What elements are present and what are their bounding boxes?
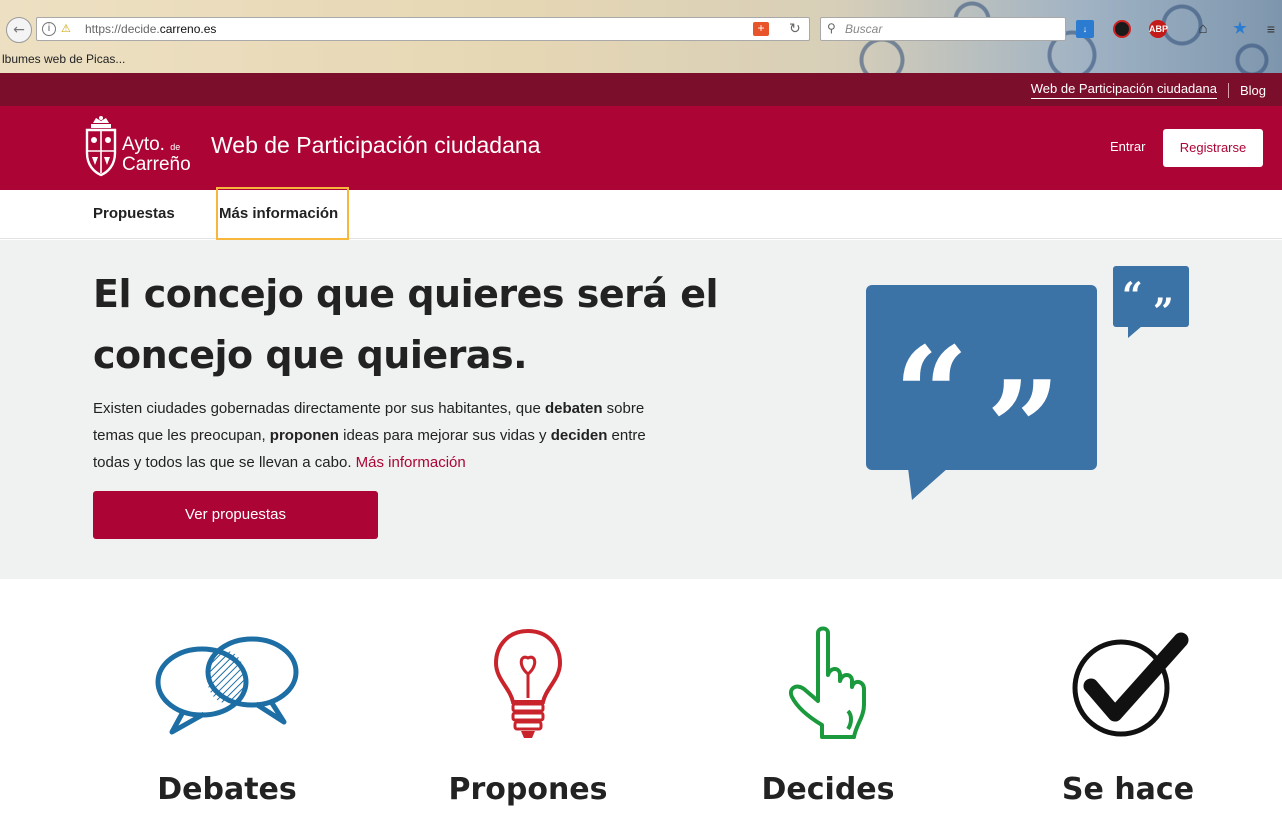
register-button[interactable]: Registrarse: [1163, 129, 1263, 167]
info-icon[interactable]: i: [42, 22, 56, 36]
warning-lock-icon[interactable]: ⚠: [61, 22, 71, 35]
svg-text:“: “: [1122, 275, 1143, 317]
separator: [1227, 82, 1229, 98]
top-links: Web de Participación ciudadana Blog: [1030, 81, 1266, 99]
more-info-link[interactable]: Más información: [356, 454, 466, 471]
svg-text:“: “: [894, 318, 969, 471]
search-icon: ⚲: [827, 21, 836, 35]
hero-section: El concejo que quieres será el concejo q…: [0, 240, 1282, 579]
top-bar: Web de Participación ciudadana Blog: [0, 73, 1282, 106]
link-participation[interactable]: Web de Participación ciudadana: [1030, 81, 1217, 99]
link-blog[interactable]: Blog: [1240, 83, 1266, 98]
view-proposals-button[interactable]: Ver propuestas: [93, 491, 378, 539]
step-propones: Propones: [418, 620, 638, 807]
hero-description: Existen ciudades gobernadas directamente…: [93, 400, 646, 471]
tab-mas-informacion[interactable]: Más información: [219, 205, 338, 222]
address-bar[interactable]: i ⚠ https://decide.carreno.es + ↻: [36, 17, 810, 41]
checkmark-icon: [1072, 632, 1189, 737]
hand-pointer-icon: [789, 626, 866, 739]
home-icon[interactable]: ⌂: [1194, 20, 1212, 38]
debates-icon: [155, 636, 299, 735]
step-decides: Decides: [718, 620, 938, 807]
main-nav: Propuestas Más información: [0, 187, 1282, 240]
tab-propuestas[interactable]: Propuestas: [93, 205, 175, 222]
step-label-decides: Decides: [761, 772, 895, 807]
back-arrow-icon[interactable]: ←: [6, 17, 32, 43]
site-logo[interactable]: Ayto. de Carreño: [84, 115, 194, 177]
site-header: Ayto. de Carreño Web de Participación ci…: [0, 106, 1282, 190]
hero-title: El concejo que quieres será el concejo q…: [93, 272, 719, 377]
adblock-icon[interactable]: ABP: [1149, 20, 1168, 38]
bookmark-star-icon[interactable]: ★: [1231, 20, 1249, 38]
menu-icon[interactable]: ≡: [1262, 20, 1280, 38]
url-text[interactable]: https://decide.carreno.es: [85, 22, 216, 36]
browser-chrome: ← i ⚠ https://decide.carreno.es + ↻ ⚲ Bu…: [0, 0, 1282, 73]
logo-text-carreno: Carreño: [122, 154, 191, 175]
reload-icon[interactable]: ↻: [789, 20, 801, 37]
search-bar[interactable]: ⚲ Buscar: [820, 17, 1066, 41]
step-debates: Debates: [117, 620, 337, 807]
svg-text:”: ”: [986, 352, 1061, 502]
svg-text:”: ”: [1153, 291, 1174, 333]
step-se-hace: Se hace: [1018, 620, 1238, 807]
step-label-se-hace: Se hace: [1061, 772, 1195, 807]
quote-bubbles-icon: “ ” “ ”: [866, 266, 1189, 502]
add-icon[interactable]: +: [753, 22, 769, 36]
lightbulb-icon: [493, 628, 563, 738]
bookmark-item[interactable]: lbumes web de Picas...: [2, 52, 125, 66]
record-icon[interactable]: [1113, 20, 1131, 38]
step-label-propones: Propones: [448, 772, 608, 807]
site-title[interactable]: Web de Participación ciudadana: [211, 132, 540, 159]
step-label-debates: Debates: [157, 772, 297, 807]
search-placeholder: Buscar: [845, 22, 883, 36]
coat-of-arms-icon: [85, 116, 117, 177]
login-link[interactable]: Entrar: [1110, 139, 1145, 154]
download-icon[interactable]: ↓: [1076, 20, 1094, 38]
